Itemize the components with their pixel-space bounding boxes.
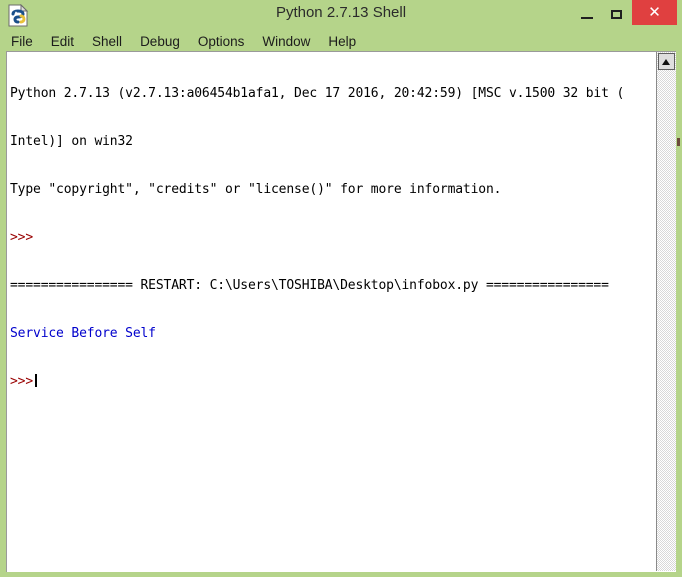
shell-restart-line: ================ RESTART: C:\Users\TOSHI…: [10, 278, 609, 293]
minimize-button[interactable]: [572, 0, 602, 31]
vertical-scrollbar[interactable]: [656, 52, 676, 571]
idle-shell-window: Python 2.7.13 Shell ✕ File Edit Shell De…: [0, 0, 682, 577]
close-button[interactable]: ✕: [632, 0, 677, 25]
menu-bar: File Edit Shell Debug Options Window Hel…: [6, 31, 676, 51]
shell-program-output: Service Before Self: [10, 326, 156, 341]
menu-item-options[interactable]: Options: [198, 34, 245, 49]
shell-output: Python 2.7.13 (v2.7.13:a06454b1afa1, Dec…: [10, 54, 656, 422]
text-caret: [35, 374, 38, 387]
minimize-icon: [581, 17, 593, 19]
shell-line: Intel)] on win32: [10, 134, 133, 149]
maximize-icon: [611, 10, 622, 19]
menu-item-file[interactable]: File: [11, 34, 33, 49]
title-bar[interactable]: Python 2.7.13 Shell ✕: [0, 0, 682, 31]
shell-line: Type "copyright", "credits" or "license(…: [10, 182, 502, 197]
menu-item-debug[interactable]: Debug: [140, 34, 180, 49]
window-edge-artifact: [677, 138, 680, 146]
maximize-button[interactable]: [602, 0, 632, 31]
menu-item-window[interactable]: Window: [262, 34, 310, 49]
shell-prompt-line: >>>: [10, 374, 34, 389]
menu-item-edit[interactable]: Edit: [51, 34, 74, 49]
scroll-up-arrow-icon[interactable]: [658, 53, 675, 70]
shell-line: Python 2.7.13 (v2.7.13:a06454b1afa1, Dec…: [10, 86, 625, 101]
close-icon: ✕: [648, 4, 661, 21]
menu-item-help[interactable]: Help: [328, 34, 356, 49]
shell-client-area: Python 2.7.13 (v2.7.13:a06454b1afa1, Dec…: [6, 51, 676, 572]
shell-prompt-line: >>>: [10, 230, 34, 245]
shell-text-area[interactable]: Python 2.7.13 (v2.7.13:a06454b1afa1, Dec…: [7, 52, 656, 571]
menu-item-shell[interactable]: Shell: [92, 34, 122, 49]
